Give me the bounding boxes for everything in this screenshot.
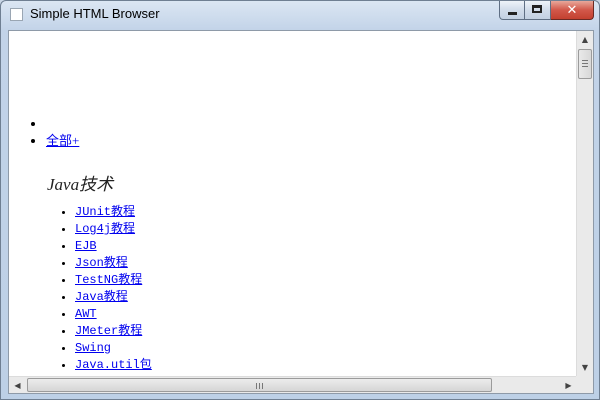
minimize-icon — [508, 12, 517, 15]
grip-icon — [582, 60, 588, 61]
grip-icon — [262, 383, 263, 389]
minimize-button[interactable] — [499, 1, 525, 20]
horizontal-scrollbar[interactable]: ◀ ▶ — [9, 376, 577, 393]
scroll-right-icon[interactable]: ▶ — [560, 377, 577, 393]
list-item: JMeter教程 — [75, 323, 152, 340]
nav-item-empty — [46, 115, 79, 132]
category-heading: Java技术 — [47, 175, 114, 194]
maximize-icon — [532, 5, 542, 13]
list-item: AWT — [75, 306, 152, 323]
scroll-up-icon[interactable]: ▲ — [577, 31, 593, 48]
list-item: Swing — [75, 340, 152, 357]
grip-icon — [582, 63, 588, 64]
link-junit[interactable]: JUnit教程 — [75, 205, 135, 219]
link-json[interactable]: Json教程 — [75, 256, 128, 270]
list-item: JUnit教程 — [75, 204, 152, 221]
link-java[interactable]: Java教程 — [75, 290, 128, 304]
vertical-scroll-thumb[interactable] — [578, 49, 592, 79]
caption-buttons: ✕ — [499, 1, 594, 21]
title-bar[interactable]: Simple HTML Browser ✕ — [1, 1, 599, 29]
list-item: Java教程 — [75, 289, 152, 306]
window-title: Simple HTML Browser — [30, 6, 160, 21]
link-list: JUnit教程 Log4j教程 EJB Json教程 TestNG教程 Java… — [75, 204, 152, 374]
list-item: EJB — [75, 238, 152, 255]
vertical-scrollbar[interactable]: ▲ ▼ — [576, 31, 593, 376]
scroll-left-icon[interactable]: ◀ — [9, 377, 26, 393]
app-icon — [10, 8, 23, 21]
grip-icon — [582, 66, 588, 67]
link-swing[interactable]: Swing — [75, 341, 111, 355]
link-java-util[interactable]: Java.util包 — [75, 358, 152, 372]
scrollbar-corner — [576, 376, 593, 393]
link-awt[interactable]: AWT — [75, 307, 97, 321]
nav-item-all: 全部+ — [46, 132, 79, 149]
link-testng[interactable]: TestNG教程 — [75, 273, 142, 287]
page-content: 全部+ Java技术 JUnit教程 Log4j教程 EJB Json教程 Te… — [9, 31, 577, 376]
link-jmeter[interactable]: JMeter教程 — [75, 324, 142, 338]
grip-icon — [259, 383, 260, 389]
grip-icon — [256, 383, 257, 389]
all-link[interactable]: 全部+ — [46, 133, 79, 148]
list-item: Java.util包 — [75, 357, 152, 374]
list-item: Log4j教程 — [75, 221, 152, 238]
horizontal-scroll-thumb[interactable] — [27, 378, 492, 392]
maximize-button[interactable] — [525, 1, 551, 20]
close-icon: ✕ — [566, 2, 578, 18]
list-item: TestNG教程 — [75, 272, 152, 289]
browser-window: Simple HTML Browser ✕ 全部+ Java技术 JUnit教程… — [0, 0, 600, 400]
close-button[interactable]: ✕ — [551, 1, 594, 20]
browser-viewport: 全部+ Java技术 JUnit教程 Log4j教程 EJB Json教程 Te… — [8, 30, 594, 394]
list-item: Json教程 — [75, 255, 152, 272]
scroll-down-icon[interactable]: ▼ — [577, 359, 593, 376]
link-ejb[interactable]: EJB — [75, 239, 97, 253]
link-log4j[interactable]: Log4j教程 — [75, 222, 135, 236]
nav-list: 全部+ — [46, 115, 79, 149]
